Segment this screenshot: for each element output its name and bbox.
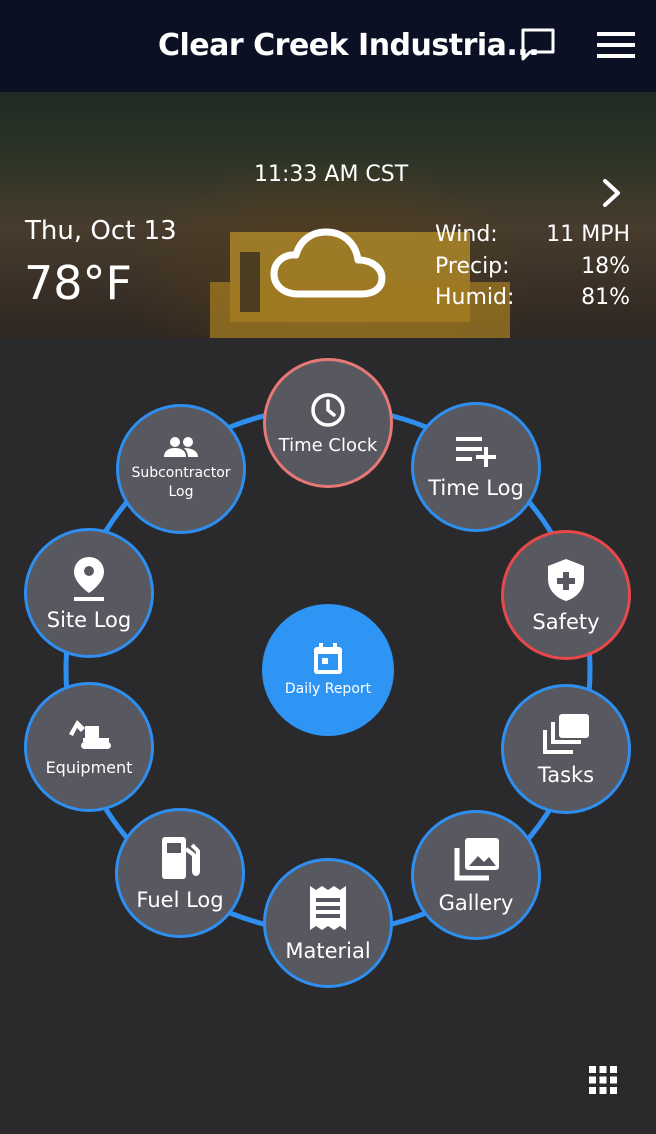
receipt-icon [310, 885, 346, 930]
safety-button[interactable]: Safety [501, 530, 631, 660]
excavator-icon [69, 719, 111, 749]
daily-report-label: Daily Report [284, 681, 372, 697]
site-log-button[interactable]: Site Log [24, 528, 154, 658]
subcontractor-log-label: Subcontractor Log [131, 465, 231, 500]
tasks-button[interactable]: Tasks [501, 684, 631, 814]
cloud-icon [270, 228, 386, 298]
precip-label: Precip: [435, 254, 510, 279]
material-label: Material [285, 938, 371, 963]
gas-station-icon [162, 836, 200, 879]
weather-temperature: 78°F [24, 256, 132, 310]
gallery-icon [454, 837, 499, 881]
library-icon [543, 713, 589, 754]
fuel-log-label: Fuel Log [136, 887, 224, 912]
clock-icon [311, 392, 345, 427]
apps-grid-icon[interactable] [588, 1065, 618, 1095]
time-clock-label: Time Clock [278, 434, 378, 456]
precip-value: 18% [581, 254, 630, 279]
top-bar: Clear Creek Industria... [0, 0, 656, 92]
humid-label: Humid: [435, 285, 515, 310]
wind-label: Wind: [435, 222, 498, 247]
shield-plus-icon [548, 558, 584, 601]
safety-label: Safety [532, 609, 600, 634]
weather-time: 11:33 AM CST [254, 162, 409, 187]
location-pin-icon [74, 556, 104, 601]
people-icon [164, 437, 198, 458]
site-log-label: Site Log [46, 607, 132, 632]
subcontractor-log-button[interactable]: Subcontractor Log [116, 404, 246, 534]
time-log-label: Time Log [428, 475, 524, 500]
weather-banner[interactable]: 11:33 AM CST Thu, Oct 13 78°F Wind: 11 M… [0, 92, 656, 338]
weather-date: Thu, Oct 13 [25, 216, 177, 246]
equipment-label: Equipment [45, 757, 133, 777]
humid-value: 81% [581, 285, 630, 310]
gallery-button[interactable]: Gallery [411, 810, 541, 940]
material-button[interactable]: Material [263, 858, 393, 988]
wind-value: 11 MPH [546, 222, 630, 247]
daily-report-button[interactable]: Daily Report [262, 604, 394, 736]
feature-ring: Time Clock Time Log Safety Tasks Gallery… [0, 338, 656, 1134]
equipment-button[interactable]: Equipment [24, 682, 154, 812]
playlist-add-icon [456, 436, 496, 467]
menu-icon[interactable] [596, 25, 636, 65]
tasks-label: Tasks [537, 762, 595, 787]
chat-icon[interactable] [518, 25, 558, 65]
gallery-label: Gallery [438, 890, 514, 915]
calendar-icon [314, 643, 342, 674]
app-title: Clear Creek Industria... [158, 28, 540, 63]
chevron-right-icon[interactable] [598, 178, 624, 208]
time-log-button[interactable]: Time Log [411, 402, 541, 532]
time-clock-button[interactable]: Time Clock [263, 358, 393, 488]
fuel-log-button[interactable]: Fuel Log [115, 808, 245, 938]
